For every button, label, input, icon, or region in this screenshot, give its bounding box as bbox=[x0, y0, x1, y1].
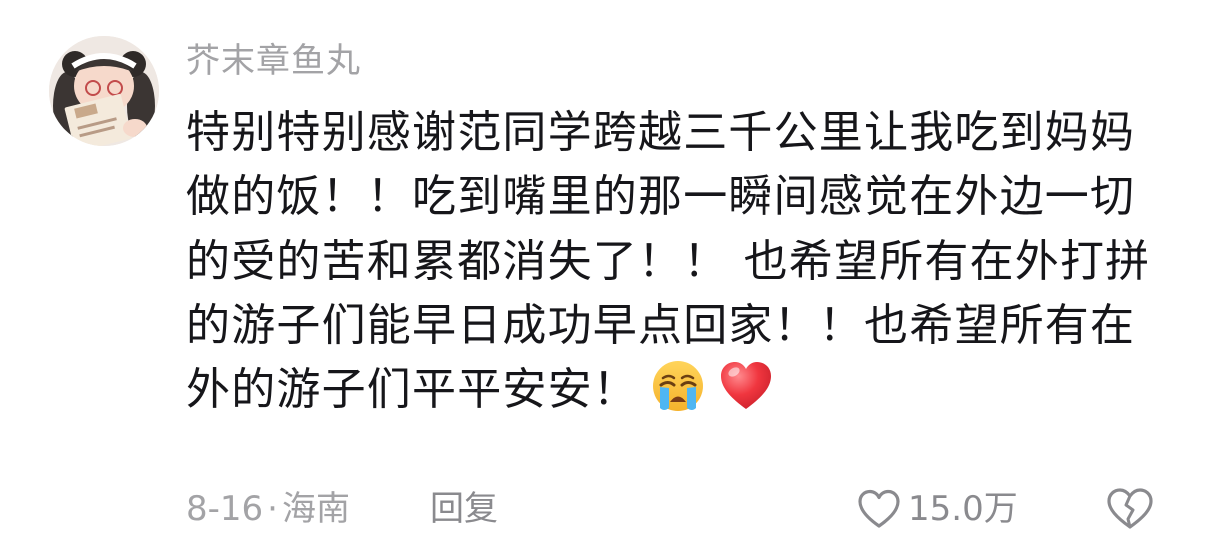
comment-text-line: 的游子们能早日成功早点回家！！也希望所有在 bbox=[186, 299, 1136, 351]
comment-footer: 8-16 · 海南 回复 15.0万 bbox=[186, 484, 1166, 534]
comment-date: 8-16 bbox=[186, 489, 264, 529]
broken-heart-icon bbox=[1107, 488, 1153, 529]
comment-text-line: 特别特别感谢范同学跨越三千公里让我吃到妈妈 bbox=[186, 107, 1136, 158]
dislike-button[interactable] bbox=[1104, 486, 1156, 532]
comment-item: 芥末章鱼丸 特别特别感谢范同学跨越三千公里让我吃到妈妈 做的饭！！吃到嘴里的那一… bbox=[0, 0, 1206, 545]
heart-outline-icon bbox=[858, 489, 900, 528]
comment-text-last-line: 外的游子们平平安安！ bbox=[186, 358, 1176, 422]
comment-text: 特别特别感谢范同学跨越三千公里让我吃到妈妈 做的饭！！吃到嘴里的那一瞬间感觉在外… bbox=[186, 101, 1176, 422]
comment-meta: 8-16 · 海南 bbox=[186, 484, 350, 534]
comment-location: 海南 bbox=[281, 489, 350, 529]
comment-text-line: 的受的苦和累都消失了！！ 也希望所有在外打拼 bbox=[186, 235, 1151, 287]
red-heart-emoji bbox=[718, 358, 774, 414]
like-button[interactable]: 15.0万 bbox=[856, 484, 1018, 534]
comment-text-line: 做的饭！！吃到嘴里的那一瞬间感觉在外边一切 bbox=[186, 171, 1136, 223]
avatar[interactable] bbox=[49, 36, 159, 146]
reply-button[interactable]: 回复 bbox=[430, 484, 498, 534]
comment-text-line: 外的游子们平平安安！ bbox=[186, 364, 638, 416]
like-count: 15.0万 bbox=[908, 489, 1018, 529]
crying-face-emoji bbox=[650, 358, 706, 414]
avatar-image bbox=[49, 36, 159, 146]
username[interactable]: 芥末章鱼丸 bbox=[186, 36, 361, 86]
meta-separator: · bbox=[267, 489, 278, 529]
